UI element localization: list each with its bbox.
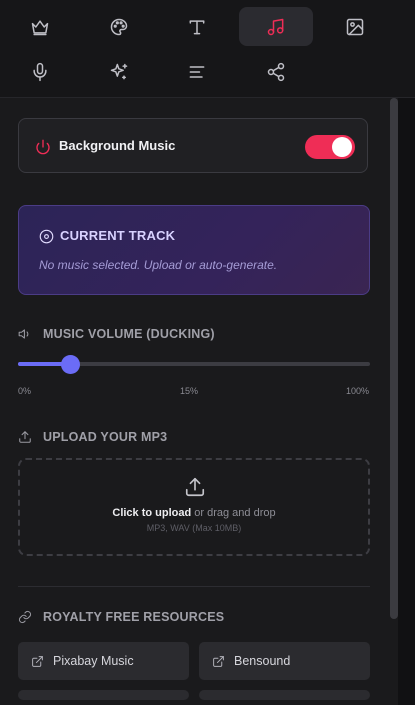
share-icon — [267, 62, 285, 81]
palette-icon — [110, 18, 128, 35]
crown-button[interactable] — [3, 7, 77, 46]
external-link-icon — [32, 655, 43, 667]
volume-tick-min: 0% — [18, 386, 32, 396]
scrollbar[interactable] — [390, 98, 398, 705]
volume-heading: MUSIC VOLUME (DUCKING) — [18, 327, 215, 341]
mic-icon — [33, 62, 47, 81]
scrollbar-thumb[interactable] — [390, 98, 398, 619]
upload-heading-label: UPLOAD YOUR MP3 — [43, 430, 168, 444]
resource-link-partial[interactable] — [199, 690, 370, 700]
current-track-description: No music selected. Upload or auto-genera… — [39, 258, 278, 272]
window-edge — [398, 98, 415, 705]
palette-button[interactable] — [82, 7, 156, 46]
disc-icon — [39, 229, 54, 244]
current-track-card: CURRENT TRACK No music selected. Upload … — [18, 205, 370, 295]
align-left-button[interactable] — [160, 52, 234, 91]
crown-icon — [31, 19, 49, 35]
toggle-knob — [332, 137, 352, 157]
volume-icon — [18, 329, 29, 339]
align-left-icon — [189, 65, 205, 78]
resource-link-pixabay[interactable]: Pixabay Music — [18, 642, 189, 680]
power-icon — [35, 139, 51, 155]
link-icon — [18, 610, 32, 624]
image-button[interactable] — [318, 7, 392, 46]
resource-link-label: Bensound — [234, 654, 291, 668]
share-button[interactable] — [239, 52, 313, 91]
music-icon — [267, 18, 284, 35]
upload-dropzone[interactable]: Click to upload or drag and drop MP3, WA… — [18, 458, 370, 556]
upload-instruction: Click to upload or drag and drop — [20, 507, 368, 519]
resource-link-label: Pixabay Music — [53, 654, 134, 668]
text-icon — [189, 19, 205, 34]
resources-heading-label: ROYALTY FREE RESOURCES — [43, 610, 225, 624]
music-panel: Background Music CURRENT TRACK No music … — [0, 98, 390, 705]
music-button[interactable] — [239, 7, 313, 46]
mic-button[interactable] — [3, 52, 77, 91]
text-button[interactable] — [160, 7, 234, 46]
resource-link-partial[interactable] — [18, 690, 189, 700]
upload-hint: MP3, WAV (Max 10MB) — [146, 523, 242, 533]
current-track-title: CURRENT TRACK — [60, 228, 176, 243]
drag-drop-text: or drag and drop — [191, 507, 276, 519]
toolbar — [0, 0, 415, 98]
sparkles-button[interactable] — [82, 52, 156, 91]
divider — [18, 586, 370, 587]
volume-tick-max: 100% — [346, 386, 370, 396]
background-music-toggle[interactable] — [305, 135, 355, 159]
image-icon — [346, 18, 364, 35]
background-music-label: Background Music — [59, 138, 176, 153]
upload-icon — [184, 476, 206, 498]
click-to-upload-link[interactable]: Click to upload — [112, 507, 191, 519]
upload-small-icon — [19, 431, 31, 443]
volume-slider-thumb[interactable] — [61, 355, 80, 374]
background-music-card: Background Music — [18, 118, 368, 173]
resources-heading: ROYALTY FREE RESOURCES — [18, 610, 224, 624]
volume-tick-mid: 15% — [180, 386, 199, 396]
volume-heading-label: MUSIC VOLUME (DUCKING) — [43, 327, 215, 341]
external-link-icon — [213, 655, 224, 667]
resource-link-bensound[interactable]: Bensound — [199, 642, 370, 680]
upload-heading: UPLOAD YOUR MP3 — [18, 430, 167, 444]
sparkles-icon — [110, 63, 128, 79]
